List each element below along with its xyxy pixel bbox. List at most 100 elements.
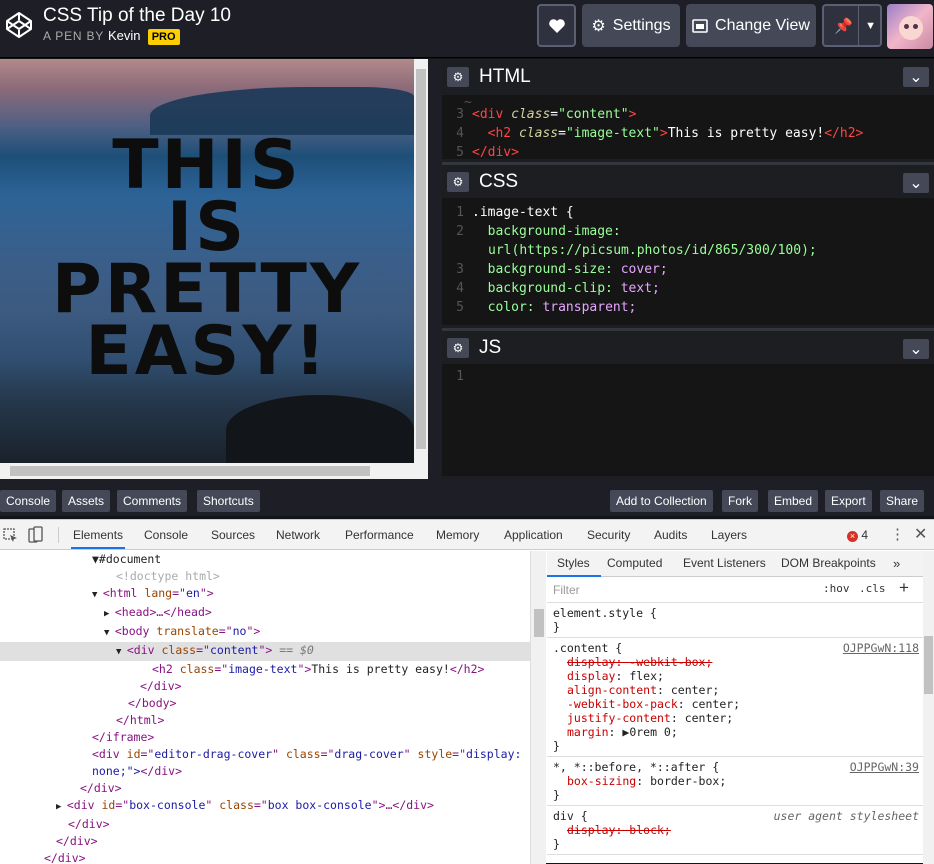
dom-node[interactable]: ▼#document [0,551,530,568]
inspect-element-icon[interactable] [3,528,19,544]
css-declaration[interactable]: justify-content: center; [553,711,917,725]
export-button[interactable]: Export [825,490,872,512]
dom-node[interactable]: ▼ <div class="content"> == $0 [0,642,530,661]
shortcuts-button[interactable]: Shortcuts [197,490,260,512]
dom-node[interactable]: <!doctype html> [0,568,530,585]
scrollbar-thumb[interactable] [534,609,544,637]
cls-toggle[interactable]: .cls [859,582,886,595]
css-rule[interactable]: .content {OJPPGwN:118 display: -webkit-bo… [547,638,923,757]
error-indicator[interactable]: × 4 [847,528,868,542]
expand-arrow-icon[interactable]: ▼ [92,590,103,600]
dom-node[interactable]: </div> [0,833,530,850]
chevron-down-icon[interactable]: ▼ [865,20,876,32]
css-code-area[interactable]: 1 .image-text {2 background-image: url(htt… [442,198,934,325]
css-declaration[interactable]: -webkit-box-pack: center; [553,697,917,711]
tab-memory[interactable]: Memory [436,528,479,542]
dom-node[interactable]: </body> [0,695,530,712]
embed-button[interactable]: Embed [768,490,819,512]
css-declaration[interactable]: display: -webkit-box; [553,655,917,669]
close-icon[interactable]: ✕ [914,524,927,544]
css-declaration[interactable]: display: flex; [553,669,917,683]
tab-console[interactable]: Console [144,528,188,542]
dom-node[interactable]: </div> [0,678,530,695]
dom-node[interactable]: ▶ <div id="box-console" class="box box-c… [0,797,530,816]
dom-node[interactable]: </div> [0,780,530,797]
dom-node[interactable]: ▼ <html lang="en"> [0,585,530,604]
pin-button[interactable]: 📌 ▼ [822,4,882,47]
dom-node[interactable]: </iframe> [0,729,530,746]
tab-performance[interactable]: Performance [345,528,414,542]
share-button[interactable]: Share [880,490,925,512]
scrollbar-thumb[interactable] [416,69,426,449]
hov-toggle[interactable]: :hov [823,582,850,595]
pen-title[interactable]: CSS Tip of the Day 10 [43,5,231,27]
tab-elements[interactable]: Elements [70,528,126,549]
preview-vertical-scrollbar[interactable] [414,59,428,479]
css-rule[interactable]: div {user agent stylesheet display: block… [547,806,923,855]
css-collapse-button[interactable]: ⌄ [903,173,929,193]
html-settings-button[interactable]: ⚙ [447,67,469,87]
pane-resizer[interactable] [428,59,442,479]
author-link[interactable]: Kevin [108,28,141,43]
preview-horizontal-scrollbar[interactable] [0,463,414,479]
scrollbar-thumb[interactable] [10,466,370,476]
dom-scrollbar[interactable] [530,551,546,864]
more-options-icon[interactable]: ⋮ [890,525,905,543]
expand-arrow-icon[interactable]: ▼ [104,628,115,638]
js-collapse-button[interactable]: ⌄ [903,339,929,359]
css-settings-button[interactable]: ⚙ [447,171,469,192]
html-collapse-button[interactable]: ⌄ [903,67,929,87]
change-view-button[interactable]: Change View [686,4,816,47]
user-avatar[interactable] [887,4,933,49]
rule-source-link[interactable]: OJPPGwN:39 [850,760,919,774]
dom-node[interactable]: ▶ <head>…</head> [0,604,530,623]
tab-layers[interactable]: Layers [711,528,747,542]
filter-input[interactable]: Filter [553,583,580,597]
css-declaration[interactable]: box-sizing: border-box; [553,774,917,788]
css-rule[interactable]: element.style {} [547,603,923,638]
tab-event-listeners[interactable]: Event Listeners [683,556,766,570]
codepen-logo-icon[interactable] [5,11,33,39]
settings-button[interactable]: ⚙ Settings [582,4,680,47]
tab-application[interactable]: Application [504,528,563,542]
js-code-area[interactable]: 1 [442,364,934,476]
tab-styles[interactable]: Styles [557,556,590,570]
dom-node[interactable]: none;"></div> [0,763,530,780]
add-to-collection-button[interactable]: Add to Collection [610,490,713,512]
css-declaration[interactable]: align-content: center; [553,683,917,697]
expand-arrow-icon[interactable]: ▶ [104,609,115,619]
tab-dom-breakpoints[interactable]: DOM Breakpoints [781,556,876,570]
preview-pane[interactable]: THIS IS PRETTY EASY! [0,59,428,479]
html-code-area[interactable]: ~ 3 <div class="content"> 4 <h2 class="ima… [442,95,934,159]
expand-arrow-icon[interactable]: ▼ [116,647,127,657]
dom-node[interactable]: </div> [0,850,530,864]
dom-node[interactable]: <div id="editor-drag-cover" class="drag-… [0,746,530,763]
tab-computed[interactable]: Computed [607,556,662,570]
dom-node[interactable]: ▼ <body translate="no"> [0,623,530,642]
fork-button[interactable]: Fork [722,490,758,512]
css-declaration[interactable]: display: block; [553,823,917,837]
styles-scrollbar[interactable] [923,551,934,864]
tab-security[interactable]: Security [587,528,630,542]
rule-source-link[interactable]: OJPPGwN:118 [843,641,919,655]
console-button[interactable]: Console [0,490,57,512]
new-rule-icon[interactable]: + [899,578,909,598]
dom-node[interactable]: </html> [0,712,530,729]
js-settings-button[interactable]: ⚙ [447,337,469,358]
love-button[interactable] [537,4,576,47]
scrollbar-thumb[interactable] [924,636,933,694]
expand-arrow-icon[interactable]: ▶ [56,802,67,812]
css-declaration[interactable]: margin: ▶0rem 0; [553,725,917,739]
bottom-resizer[interactable] [0,479,934,488]
comments-button[interactable]: Comments [117,490,188,512]
tab-sources[interactable]: Sources [211,528,255,542]
tab-audits[interactable]: Audits [654,528,687,542]
dom-node[interactable]: </div> [0,816,530,833]
dom-node[interactable]: <h2 class="image-text">This is pretty ea… [0,661,530,678]
css-rule[interactable]: *, *::before, *::after {OJPPGwN:39 box-si… [547,757,923,806]
assets-button[interactable]: Assets [62,490,111,512]
tab-network[interactable]: Network [276,528,320,542]
device-toolbar-icon[interactable] [28,526,44,544]
dom-tree[interactable]: ▼#document <!doctype html> ▼ <html lang="e… [0,551,530,864]
more-tabs-icon[interactable]: » [893,556,900,571]
